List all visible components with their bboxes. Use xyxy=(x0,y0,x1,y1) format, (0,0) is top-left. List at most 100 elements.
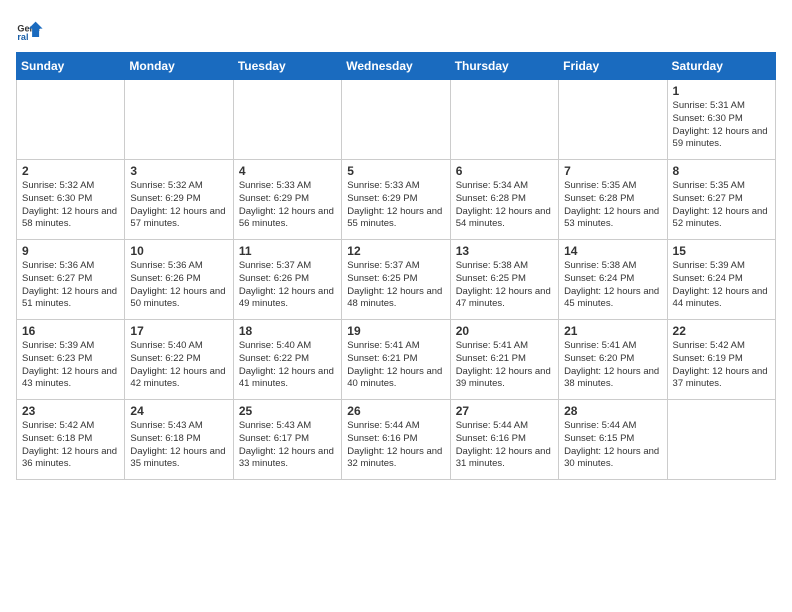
day-number: 28 xyxy=(564,404,661,418)
calendar-cell: 18 Sunrise: 5:40 AM Sunset: 6:22 PM Dayli… xyxy=(233,320,341,400)
calendar-cell: 12 Sunrise: 5:37 AM Sunset: 6:25 PM Dayli… xyxy=(342,240,450,320)
day-info: Sunrise: 5:44 AM Sunset: 6:15 PM Dayligh… xyxy=(564,420,661,471)
day-info: Sunrise: 5:43 AM Sunset: 6:17 PM Dayligh… xyxy=(239,420,336,471)
calendar-cell: 2 Sunrise: 5:32 AM Sunset: 6:30 PM Daylig… xyxy=(17,160,125,240)
calendar-cell: 17 Sunrise: 5:40 AM Sunset: 6:22 PM Dayli… xyxy=(125,320,233,400)
weekday-header-tuesday: Tuesday xyxy=(233,53,341,80)
calendar-cell xyxy=(667,400,775,480)
svg-text:ral: ral xyxy=(17,32,28,42)
day-info: Sunrise: 5:37 AM Sunset: 6:25 PM Dayligh… xyxy=(347,260,444,311)
weekday-header-sunday: Sunday xyxy=(17,53,125,80)
calendar-cell xyxy=(559,80,667,160)
day-number: 4 xyxy=(239,164,336,178)
calendar-cell: 20Sunrise: 5:41 AM Sunset: 6:21 PM Dayli… xyxy=(450,320,558,400)
weekday-header-thursday: Thursday xyxy=(450,53,558,80)
calendar-cell: 15 Sunrise: 5:39 AM Sunset: 6:24 PM Dayli… xyxy=(667,240,775,320)
calendar-cell: 28 Sunrise: 5:44 AM Sunset: 6:15 PM Dayli… xyxy=(559,400,667,480)
day-number: 1 xyxy=(673,84,770,98)
calendar-week-row: 16 Sunrise: 5:39 AM Sunset: 6:23 PM Dayli… xyxy=(17,320,776,400)
day-info: Sunrise: 5:41 AM Sunset: 6:21 PM Dayligh… xyxy=(347,340,444,391)
calendar-cell: 27 Sunrise: 5:44 AM Sunset: 6:16 PM Dayli… xyxy=(450,400,558,480)
calendar-cell: 16 Sunrise: 5:39 AM Sunset: 6:23 PM Dayli… xyxy=(17,320,125,400)
calendar-week-row: 2 Sunrise: 5:32 AM Sunset: 6:30 PM Daylig… xyxy=(17,160,776,240)
weekday-header-saturday: Saturday xyxy=(667,53,775,80)
calendar-cell: 3Sunrise: 5:32 AM Sunset: 6:29 PM Daylig… xyxy=(125,160,233,240)
day-number: 13 xyxy=(456,244,553,258)
calendar-cell: 26 Sunrise: 5:44 AM Sunset: 6:16 PM Dayli… xyxy=(342,400,450,480)
day-number: 25 xyxy=(239,404,336,418)
day-number: 17 xyxy=(130,324,227,338)
day-number: 19 xyxy=(347,324,444,338)
calendar-cell: 1 Sunrise: 5:31 AM Sunset: 6:30 PM Daylig… xyxy=(667,80,775,160)
day-info: Sunrise: 5:38 AM Sunset: 6:25 PM Dayligh… xyxy=(456,260,553,311)
day-number: 7 xyxy=(564,164,661,178)
calendar-cell: 24 Sunrise: 5:43 AM Sunset: 6:18 PM Dayli… xyxy=(125,400,233,480)
calendar-cell xyxy=(233,80,341,160)
day-number: 23 xyxy=(22,404,119,418)
calendar-cell: 19 Sunrise: 5:41 AM Sunset: 6:21 PM Dayli… xyxy=(342,320,450,400)
day-number: 22 xyxy=(673,324,770,338)
calendar-week-row: 23 Sunrise: 5:42 AM Sunset: 6:18 PM Dayli… xyxy=(17,400,776,480)
calendar-cell xyxy=(342,80,450,160)
day-info: Sunrise: 5:39 AM Sunset: 6:24 PM Dayligh… xyxy=(673,260,770,311)
day-number: 6 xyxy=(456,164,553,178)
day-info: Sunrise: 5:38 AM Sunset: 6:24 PM Dayligh… xyxy=(564,260,661,311)
day-number: 26 xyxy=(347,404,444,418)
calendar-cell: 13 Sunrise: 5:38 AM Sunset: 6:25 PM Dayli… xyxy=(450,240,558,320)
day-info: Sunrise: 5:33 AM Sunset: 6:29 PM Dayligh… xyxy=(239,180,336,231)
day-info: Sunrise: 5:37 AM Sunset: 6:26 PM Dayligh… xyxy=(239,260,336,311)
calendar-cell: 21 Sunrise: 5:41 AM Sunset: 6:20 PM Dayli… xyxy=(559,320,667,400)
calendar-cell: 10 Sunrise: 5:36 AM Sunset: 6:26 PM Dayli… xyxy=(125,240,233,320)
calendar-cell: 8Sunrise: 5:35 AM Sunset: 6:27 PM Daylig… xyxy=(667,160,775,240)
day-number: 24 xyxy=(130,404,227,418)
calendar-cell: 23 Sunrise: 5:42 AM Sunset: 6:18 PM Dayli… xyxy=(17,400,125,480)
day-info: Sunrise: 5:35 AM Sunset: 6:27 PM Dayligh… xyxy=(673,180,770,231)
weekday-header-friday: Friday xyxy=(559,53,667,80)
calendar-cell: 6Sunrise: 5:34 AM Sunset: 6:28 PM Daylig… xyxy=(450,160,558,240)
day-number: 10 xyxy=(130,244,227,258)
day-info: Sunrise: 5:44 AM Sunset: 6:16 PM Dayligh… xyxy=(347,420,444,471)
day-number: 15 xyxy=(673,244,770,258)
day-info: Sunrise: 5:43 AM Sunset: 6:18 PM Dayligh… xyxy=(130,420,227,471)
day-info: Sunrise: 5:44 AM Sunset: 6:16 PM Dayligh… xyxy=(456,420,553,471)
calendar-cell xyxy=(125,80,233,160)
calendar-week-row: 9 Sunrise: 5:36 AM Sunset: 6:27 PM Daylig… xyxy=(17,240,776,320)
logo: Gene ral xyxy=(16,16,48,44)
day-info: Sunrise: 5:42 AM Sunset: 6:19 PM Dayligh… xyxy=(673,340,770,391)
day-info: Sunrise: 5:32 AM Sunset: 6:30 PM Dayligh… xyxy=(22,180,119,231)
calendar-cell xyxy=(17,80,125,160)
calendar-cell: 7 Sunrise: 5:35 AM Sunset: 6:28 PM Daylig… xyxy=(559,160,667,240)
page-header: Gene ral xyxy=(16,16,776,44)
day-info: Sunrise: 5:40 AM Sunset: 6:22 PM Dayligh… xyxy=(130,340,227,391)
weekday-header-wednesday: Wednesday xyxy=(342,53,450,80)
day-info: Sunrise: 5:41 AM Sunset: 6:20 PM Dayligh… xyxy=(564,340,661,391)
calendar-header-row: SundayMondayTuesdayWednesdayThursdayFrid… xyxy=(17,53,776,80)
day-info: Sunrise: 5:36 AM Sunset: 6:27 PM Dayligh… xyxy=(22,260,119,311)
day-info: Sunrise: 5:40 AM Sunset: 6:22 PM Dayligh… xyxy=(239,340,336,391)
calendar-cell: 25 Sunrise: 5:43 AM Sunset: 6:17 PM Dayli… xyxy=(233,400,341,480)
day-info: Sunrise: 5:36 AM Sunset: 6:26 PM Dayligh… xyxy=(130,260,227,311)
day-number: 2 xyxy=(22,164,119,178)
day-info: Sunrise: 5:42 AM Sunset: 6:18 PM Dayligh… xyxy=(22,420,119,471)
day-number: 21 xyxy=(564,324,661,338)
day-info: Sunrise: 5:35 AM Sunset: 6:28 PM Dayligh… xyxy=(564,180,661,231)
day-number: 18 xyxy=(239,324,336,338)
day-info: Sunrise: 5:41 AM Sunset: 6:21 PM Dayligh… xyxy=(456,340,553,391)
day-number: 12 xyxy=(347,244,444,258)
day-info: Sunrise: 5:39 AM Sunset: 6:23 PM Dayligh… xyxy=(22,340,119,391)
calendar-cell: 4 Sunrise: 5:33 AM Sunset: 6:29 PM Daylig… xyxy=(233,160,341,240)
logo-icon: Gene ral xyxy=(16,16,44,44)
day-info: Sunrise: 5:31 AM Sunset: 6:30 PM Dayligh… xyxy=(673,100,770,151)
day-number: 14 xyxy=(564,244,661,258)
day-number: 27 xyxy=(456,404,553,418)
day-number: 9 xyxy=(22,244,119,258)
weekday-header-monday: Monday xyxy=(125,53,233,80)
day-number: 11 xyxy=(239,244,336,258)
calendar-table: SundayMondayTuesdayWednesdayThursdayFrid… xyxy=(16,52,776,480)
calendar-cell: 22 Sunrise: 5:42 AM Sunset: 6:19 PM Dayli… xyxy=(667,320,775,400)
calendar-cell xyxy=(450,80,558,160)
day-info: Sunrise: 5:33 AM Sunset: 6:29 PM Dayligh… xyxy=(347,180,444,231)
calendar-cell: 9 Sunrise: 5:36 AM Sunset: 6:27 PM Daylig… xyxy=(17,240,125,320)
day-number: 16 xyxy=(22,324,119,338)
calendar-cell: 14 Sunrise: 5:38 AM Sunset: 6:24 PM Dayli… xyxy=(559,240,667,320)
